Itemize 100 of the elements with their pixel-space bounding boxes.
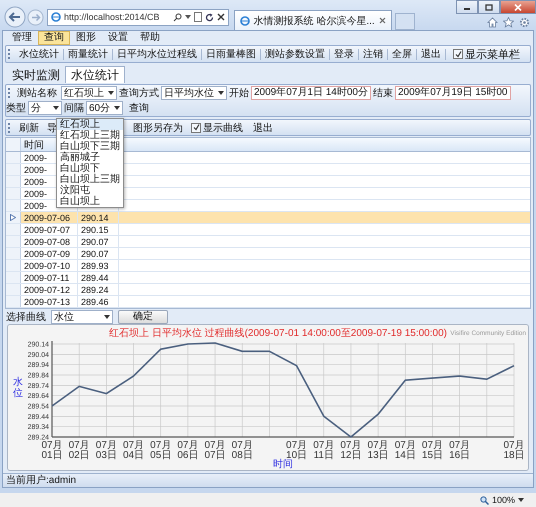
page-icon[interactable] xyxy=(194,12,202,22)
close-icon[interactable] xyxy=(216,13,225,21)
x-tick-label: 07月18日 xyxy=(503,440,525,461)
x-tick-label: 07月04日 xyxy=(122,440,144,461)
browser-tab[interactable]: 水情测报系统 哈尔滨今星... xyxy=(234,10,392,30)
input-field[interactable]: 2009年07月19日 15时00 xyxy=(394,86,510,100)
toolbar-button[interactable]: 退出 xyxy=(417,47,445,61)
address-text: http://localhost:2014/CB xyxy=(64,12,160,22)
row-header xyxy=(6,138,21,151)
field-label: 类型 xyxy=(6,102,26,115)
x-tick-label: 07月12日 xyxy=(340,440,362,461)
x-tick-label: 07月11日 xyxy=(313,440,334,461)
dropdown[interactable]: 红石坝上 xyxy=(61,86,117,100)
field-label: 查询方式 xyxy=(119,86,159,100)
table-cell: 289.93 xyxy=(81,260,109,270)
dropdown-option[interactable]: 红石坝上三期 xyxy=(57,130,123,141)
grid-row[interactable]: 2009-07-08 290.07 xyxy=(6,236,530,248)
grid-row[interactable]: 2009-07-07 290.15 xyxy=(6,224,530,236)
field-label: 结束 xyxy=(372,86,393,100)
grid-row[interactable]: 2009-07-10 289.93 xyxy=(6,260,530,272)
caret-icon[interactable] xyxy=(184,15,191,19)
table-cell: 2009-07-09 xyxy=(21,248,78,259)
x-tick-label: 07月03日 xyxy=(96,440,117,461)
toolbar-button[interactable]: 刷新 xyxy=(15,120,43,134)
caret-icon xyxy=(218,91,224,95)
table-cell: 2009-07-06 xyxy=(21,212,78,223)
toolbar-button[interactable]: 登录 xyxy=(330,47,358,61)
table-cell: 290.15 xyxy=(81,224,109,234)
maximize-button[interactable] xyxy=(478,0,500,14)
toolbar-button[interactable]: 退出 xyxy=(249,120,277,134)
checkbox[interactable] xyxy=(191,122,201,132)
toolbar-button[interactable]: 全屏 xyxy=(388,47,416,61)
row-header[interactable] xyxy=(6,212,21,223)
query-button[interactable]: 查询 xyxy=(125,101,154,115)
globe-icon xyxy=(51,12,61,22)
table-cell: 290.07 xyxy=(81,236,109,246)
field-label: 选择曲线 xyxy=(6,310,46,324)
toolbar-button[interactable]: 注销 xyxy=(359,47,387,61)
grid-row[interactable]: 2009-07-09 290.07 xyxy=(6,248,530,260)
dropdown[interactable]: 水位 xyxy=(51,310,113,324)
input-field[interactable]: 2009年07月1日 14时00分 xyxy=(251,86,371,100)
caret-icon xyxy=(104,314,110,318)
menu-item[interactable]: 设置 xyxy=(102,30,134,44)
table-cell: 2009-07-12 xyxy=(21,284,78,295)
checkbox[interactable] xyxy=(453,49,463,59)
menu-item[interactable]: 帮助 xyxy=(134,30,166,44)
caret-icon[interactable] xyxy=(518,498,524,502)
x-tick-label: 07月02日 xyxy=(68,440,90,461)
menu-item[interactable]: 查询 xyxy=(38,30,70,44)
toolbar-button[interactable]: 日雨量棒图 xyxy=(202,47,260,61)
star-icon[interactable] xyxy=(503,17,514,28)
table-cell: 2009-07-11 xyxy=(21,272,78,283)
minimize-button[interactable] xyxy=(456,0,478,14)
x-tick-label: 07月10日 xyxy=(286,440,308,461)
chart-title: 红石坝上 日平均水位 过程曲线(2009-07-01 14:00:00至2009-07-19 15:00:00) xyxy=(109,328,447,339)
current-user: 当前用户:admin xyxy=(6,475,76,486)
menu-item[interactable]: 管理 xyxy=(6,30,38,44)
x-tick-label: 07月16日 xyxy=(449,440,470,461)
close-icon[interactable] xyxy=(378,17,386,24)
table-cell: 289.24 xyxy=(81,284,109,294)
tab[interactable]: 水位统计 xyxy=(65,66,125,83)
caret-icon xyxy=(108,91,114,95)
x-tick-label: 07月08日 xyxy=(232,440,253,461)
grid-row[interactable]: 2009-07-12 289.24 xyxy=(6,284,530,296)
dropdown[interactable]: 日平均水位 xyxy=(161,86,227,100)
x-tick-label: 07月01日 xyxy=(41,440,63,461)
toolbar-button[interactable]: 水位统计 xyxy=(15,47,63,61)
caret-icon xyxy=(114,106,120,110)
grid-row[interactable]: 2009-07-13 289.46 xyxy=(6,296,530,308)
home-icon[interactable] xyxy=(487,17,498,28)
maximize-icon xyxy=(485,4,493,10)
tab-title: 水情测报系统 哈尔滨今星... xyxy=(254,14,375,28)
grid-row[interactable]: 2009-07-06 290.14 xyxy=(6,212,530,224)
address-bar[interactable]: http://localhost:2014/CB xyxy=(47,8,229,26)
table-cell: 289.44 xyxy=(81,272,109,282)
confirm-button[interactable]: 确定 xyxy=(118,310,168,324)
zoom-icon[interactable] xyxy=(480,496,489,504)
grid-row[interactable]: 2009-07-11 289.44 xyxy=(6,272,530,284)
dropdown[interactable]: 60分 xyxy=(86,101,124,115)
back-icon[interactable] xyxy=(4,6,26,28)
table-cell: 2009-07-13 xyxy=(21,296,78,307)
zoom-level[interactable]: 100% xyxy=(492,495,515,505)
toolbar-button[interactable]: 雨量统计 xyxy=(64,47,112,61)
table-cell: 2009-07-07 xyxy=(21,224,78,235)
x-tick-label: 07月15日 xyxy=(422,440,444,461)
close-icon xyxy=(514,4,522,10)
menu-item[interactable]: 图形 xyxy=(70,30,102,44)
search-icon[interactable] xyxy=(172,12,182,22)
dropdown-option[interactable]: 红石坝上 xyxy=(57,119,123,130)
dropdown[interactable]: 分 xyxy=(28,101,62,115)
table-cell: 2009-07-08 xyxy=(21,236,78,247)
close-button[interactable] xyxy=(500,0,536,14)
toolbar-button[interactable]: 测站参数设置 xyxy=(261,47,329,61)
toolbar-button[interactable]: 图形另存为 xyxy=(129,120,187,134)
tab[interactable]: 实时监测 xyxy=(7,67,65,83)
checkbox-label: 显示菜单栏 xyxy=(465,48,520,62)
refresh-icon[interactable] xyxy=(204,12,214,22)
settings-icon[interactable] xyxy=(519,17,530,28)
toolbar-button[interactable]: 日平均水位过程线 xyxy=(113,47,201,61)
y-axis-title: 水位 xyxy=(13,377,23,399)
